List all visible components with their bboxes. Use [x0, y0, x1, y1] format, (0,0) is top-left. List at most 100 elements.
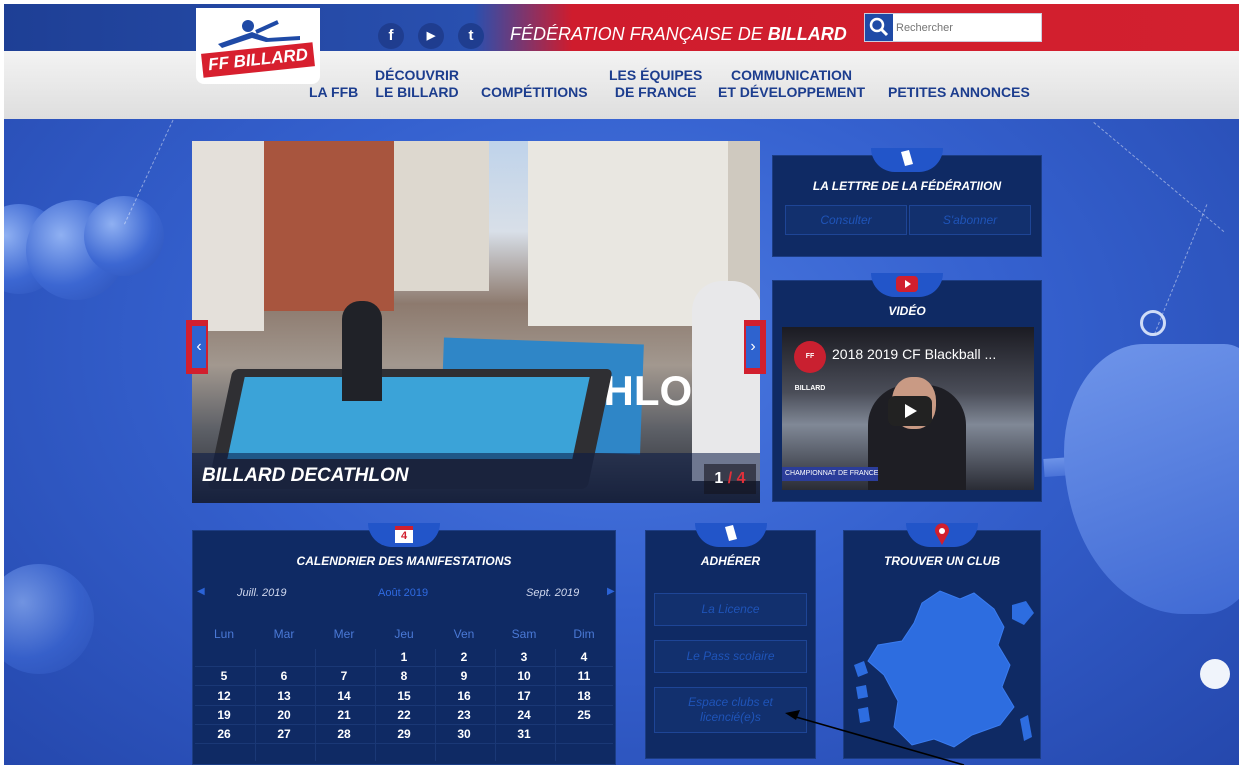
- nav-competitions[interactable]: COMPÉTITIONS: [481, 84, 588, 101]
- calendar-day[interactable]: 17: [495, 689, 553, 703]
- slide-counter: 1 / 4: [704, 464, 756, 494]
- calendar-day[interactable]: 8: [375, 669, 433, 683]
- calendar-day[interactable]: 5: [195, 669, 253, 683]
- federation-title-strong: BILLARD: [767, 24, 847, 44]
- nav-communication[interactable]: COMMUNICATION ET DÉVELOPPEMENT: [718, 67, 865, 101]
- calendar-prev-arrow[interactable]: ◀: [197, 586, 205, 597]
- calendar-day[interactable]: 18: [555, 689, 613, 703]
- nav-label: LES ÉQUIPES: [609, 67, 703, 83]
- twitter-icon[interactable]: t: [458, 23, 484, 49]
- video-section-title: VIDÉO: [888, 304, 926, 318]
- calendar-day[interactable]: 28: [315, 727, 373, 741]
- calendar-column-divider: [555, 649, 556, 761]
- search-button[interactable]: [865, 14, 893, 41]
- calendar-day[interactable]: 14: [315, 689, 373, 703]
- calendar-day[interactable]: 10: [495, 669, 553, 683]
- nav-la-ffb[interactable]: LA FFB: [309, 84, 358, 101]
- espace-clubs-line2: licencié(e)s: [700, 710, 761, 724]
- page: FF BILLARD f ▶ t FÉDÉRATION FRANÇAISE DE…: [4, 4, 1239, 765]
- calendar-column-divider: [375, 649, 376, 761]
- calendar-day[interactable]: 1: [375, 650, 433, 664]
- federation-title-text: FÉDÉRATION FRANÇAISE DE: [510, 24, 763, 44]
- calendar-day[interactable]: 13: [255, 689, 313, 703]
- slide-total: 4: [736, 470, 746, 487]
- youtube-play-icon: [896, 276, 918, 292]
- nav-decouvrir[interactable]: DÉCOUVRIR LE BILLARD: [375, 67, 459, 101]
- billiard-ball-decoration: [4, 564, 94, 674]
- calendar-day[interactable]: 20: [255, 708, 313, 722]
- calendar-day[interactable]: 21: [315, 708, 373, 722]
- calendar-day[interactable]: 3: [495, 650, 553, 664]
- calendar-next-arrow[interactable]: ▶: [607, 586, 615, 597]
- calendar-weekday: Sam: [511, 627, 537, 641]
- calendar-weekday: Jeu: [394, 627, 414, 641]
- calendar-day[interactable]: 25: [555, 708, 613, 722]
- calendar-day[interactable]: 19: [195, 708, 253, 722]
- calendar-day[interactable]: 22: [375, 708, 433, 722]
- dashed-line-decoration: [1093, 122, 1225, 233]
- building-image: [192, 141, 264, 331]
- nav-label: DE FRANCE: [614, 84, 697, 100]
- espace-clubs-button[interactable]: Espace clubs et licencié(e)s: [654, 687, 807, 733]
- map-pin-icon: [935, 523, 949, 545]
- calendar-day[interactable]: 12: [195, 689, 253, 703]
- calendar-day[interactable]: 11: [555, 669, 613, 683]
- slider-prev-button[interactable]: ‹: [186, 320, 208, 374]
- slide-separator: /: [727, 470, 733, 487]
- facebook-icon[interactable]: f: [378, 23, 404, 49]
- slider-next-button[interactable]: ›: [744, 320, 766, 374]
- slide-caption-bar: BILLARD DECATHLON: [192, 453, 760, 503]
- youtube-icon[interactable]: ▶: [418, 23, 444, 49]
- sabonner-button[interactable]: S'abonner: [909, 205, 1031, 235]
- person-image: [342, 301, 382, 401]
- search-input[interactable]: [896, 14, 1036, 41]
- calendar-day[interactable]: 27: [255, 727, 313, 741]
- slide-current: 1: [714, 470, 724, 487]
- calendar-column-divider: [435, 649, 436, 761]
- video-lower-third: CHAMPIONNAT DE FRANCE: [782, 467, 878, 481]
- billiard-player-icon: [218, 20, 300, 48]
- calendar-day[interactable]: 26: [195, 727, 253, 741]
- calendar-day[interactable]: 4: [555, 650, 613, 664]
- building-image: [728, 141, 760, 301]
- video-player[interactable]: FF BILLARD 2018 2019 CF Blackball ... CH…: [782, 327, 1034, 490]
- consulter-button[interactable]: Consulter: [785, 205, 907, 235]
- france-map[interactable]: [844, 569, 1040, 759]
- nav-label: PETITES ANNONCES: [888, 84, 1030, 100]
- building-image: [264, 141, 394, 311]
- calendar-day[interactable]: 23: [435, 708, 493, 722]
- pass-scolaire-button[interactable]: Le Pass scolaire: [654, 640, 807, 673]
- video-title: 2018 2019 CF Blackball ...: [832, 346, 997, 362]
- nav-equipes[interactable]: LES ÉQUIPES DE FRANCE: [609, 67, 702, 101]
- calendar-day[interactable]: 9: [435, 669, 493, 683]
- calendar-day[interactable]: 16: [435, 689, 493, 703]
- hero-slider[interactable]: DECATHLON BILLARD DECATHLON 1 / 4: [192, 141, 760, 503]
- nav-label: COMPÉTITIONS: [481, 84, 588, 100]
- trouver-club-panel: TROUVER UN CLUB: [843, 530, 1041, 759]
- calendar-day[interactable]: 6: [255, 669, 313, 683]
- calendar-day[interactable]: 15: [375, 689, 433, 703]
- ffb-logo[interactable]: FF BILLARD: [196, 8, 320, 84]
- espace-clubs-line1: Espace clubs et: [688, 695, 773, 709]
- calendar-column-divider: [255, 649, 256, 761]
- club-title: TROUVER UN CLUB: [884, 554, 1000, 568]
- search-icon: [869, 17, 889, 37]
- person-image: [692, 281, 760, 481]
- calendar-day[interactable]: 30: [435, 727, 493, 741]
- search-box: [864, 13, 1042, 42]
- calendar-day[interactable]: 31: [495, 727, 553, 741]
- licence-button[interactable]: La Licence: [654, 593, 807, 626]
- calendar-weekday: Mer: [333, 627, 355, 641]
- calendar-prev-month[interactable]: Juill. 2019: [237, 587, 287, 599]
- slide-caption: BILLARD DECATHLON: [202, 465, 409, 486]
- document-icon: [725, 525, 737, 541]
- nav-petites-annonces[interactable]: PETITES ANNONCES: [888, 84, 1030, 101]
- play-button[interactable]: [888, 396, 932, 426]
- lettre-title: LA LETTRE DE LA FÉDÉRATIION: [812, 179, 1002, 193]
- calendar-day[interactable]: 7: [315, 669, 373, 683]
- calendar-day[interactable]: 2: [435, 650, 493, 664]
- calendar-next-month[interactable]: Sept. 2019: [526, 587, 579, 599]
- building-image: [394, 141, 489, 291]
- calendar-day[interactable]: 24: [495, 708, 553, 722]
- calendar-day[interactable]: 29: [375, 727, 433, 741]
